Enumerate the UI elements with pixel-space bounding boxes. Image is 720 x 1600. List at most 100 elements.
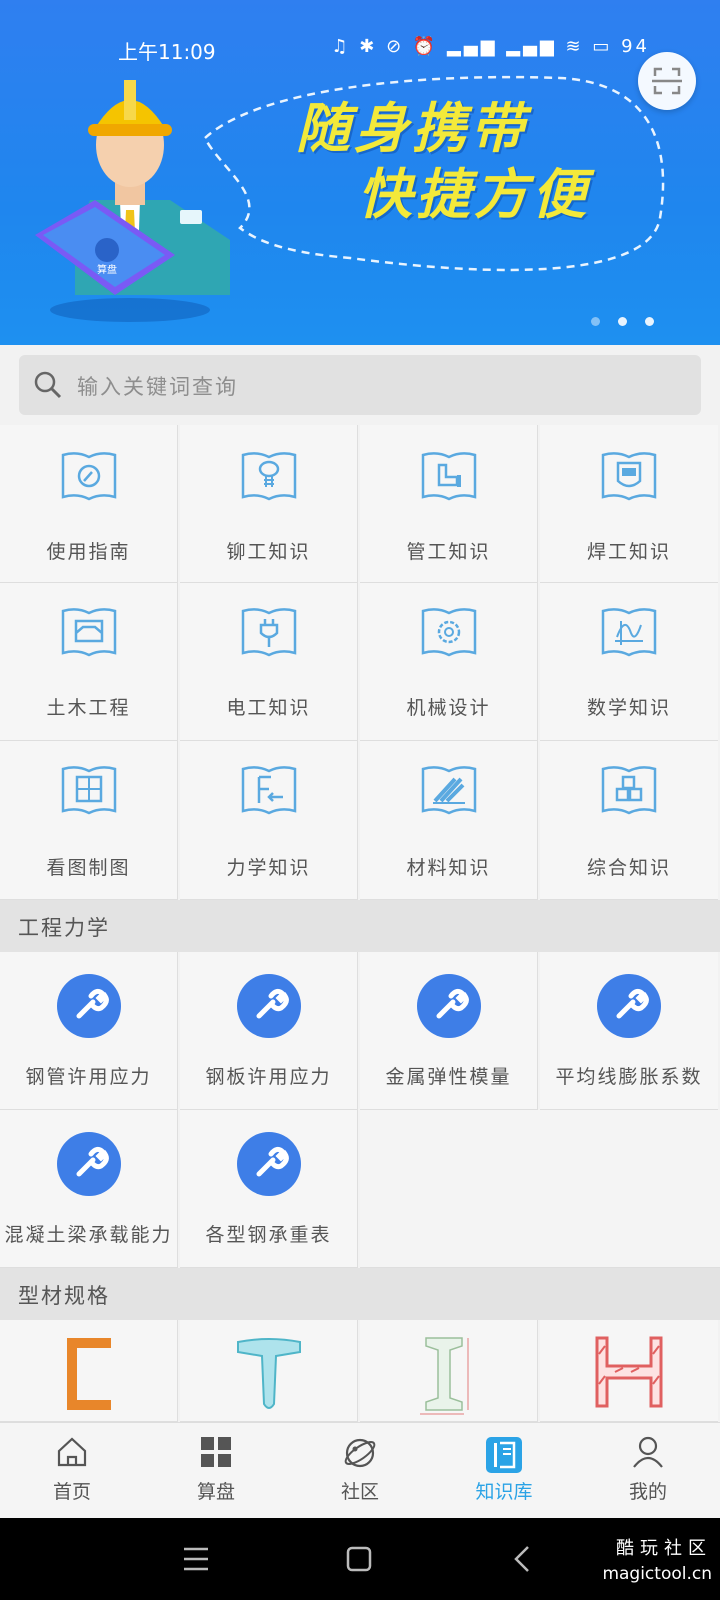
- person-icon: [631, 1435, 665, 1473]
- materials-book-icon: [419, 763, 479, 823]
- pipe-book-icon: [419, 449, 479, 509]
- grid-item-label: 使用指南: [46, 541, 131, 563]
- profile-item-ibeam[interactable]: [360, 1320, 538, 1422]
- grid-item-label: 管工知识: [406, 541, 491, 563]
- blocks-book-icon: [599, 763, 659, 823]
- banner-carousel[interactable]: 上午11:09 ♫ ✱ ⊘ ⏰ ▂▄▆ ▂▄▆ ≋ ▭ 94 算盘 随身携带 快…: [0, 0, 720, 345]
- tool-item-label: 钢管许用应力: [25, 1066, 152, 1088]
- grid-item-label: 土木工程: [46, 697, 131, 719]
- tab-profile[interactable]: 我的: [576, 1423, 720, 1519]
- grid-item-label: 看图制图: [46, 857, 131, 879]
- search-input[interactable]: 输入关键词查询: [19, 355, 701, 415]
- grid-item-civil[interactable]: 土木工程: [0, 583, 178, 741]
- tool-item[interactable]: 混凝土梁承载能力: [0, 1110, 178, 1268]
- grid-item-drawing[interactable]: 看图制图: [0, 741, 178, 900]
- book-icon: [484, 1435, 524, 1479]
- search-icon: [34, 371, 62, 399]
- gear-book-icon: [419, 605, 479, 665]
- wrench-icon: [416, 974, 481, 1038]
- tab-label: 首页: [52, 1481, 91, 1503]
- tool-item-label: 各型钢承重表: [205, 1224, 332, 1246]
- knowledge-grid: 使用指南 铆工知识 管工知识 焊工知识 土木工程 电工知识 机械设计 数学知识 …: [0, 425, 720, 900]
- status-icons: ♫ ✱ ⊘ ⏰ ▂▄▆ ▂▄▆ ≋ ▭ 94: [331, 36, 650, 57]
- grid-item-riveting[interactable]: 铆工知识: [180, 425, 358, 583]
- grid-item-label: 机械设计: [406, 697, 491, 719]
- grid-item-label: 铆工知识: [226, 541, 311, 563]
- home-square-icon[interactable]: [346, 1546, 372, 1572]
- menu-icon[interactable]: [182, 1546, 210, 1572]
- section-header-mechanics: 工程力学: [0, 900, 720, 952]
- phone-label: 算盘: [97, 263, 117, 276]
- wrench-icon: [56, 1132, 121, 1196]
- carousel-dot[interactable]: [645, 317, 654, 326]
- carousel-dot[interactable]: [618, 317, 627, 326]
- profiles-grid: [0, 1320, 720, 1422]
- h-beam-icon: [591, 1334, 667, 1414]
- back-icon[interactable]: [512, 1544, 532, 1574]
- tool-item-label: 钢板许用应力: [205, 1066, 332, 1088]
- carousel-dots: [573, 311, 654, 330]
- section-header-profiles: 型材规格: [0, 1268, 720, 1320]
- i-beam-icon: [414, 1332, 484, 1420]
- section-title: 工程力学: [18, 916, 110, 940]
- profile-item-hbeam[interactable]: [540, 1320, 718, 1422]
- grid-item-pipe[interactable]: 管工知识: [360, 425, 538, 583]
- grid-item-label: 电工知识: [226, 697, 311, 719]
- rivet-book-icon: [239, 449, 299, 509]
- tab-label: 我的: [628, 1481, 667, 1503]
- tab-label: 知识库: [475, 1481, 533, 1503]
- grid-item-label: 焊工知识: [586, 541, 671, 563]
- planet-icon: [342, 1435, 378, 1475]
- grid-item-materials[interactable]: 材料知识: [360, 741, 538, 900]
- tool-item[interactable]: 各型钢承重表: [180, 1110, 358, 1268]
- scan-button[interactable]: [638, 52, 696, 110]
- bottom-tab-bar: 首页 算盘 社区 知识库 我的: [0, 1422, 720, 1519]
- empty-cell: [360, 1110, 720, 1268]
- tool-item-label: 平均线膨胀系数: [555, 1066, 703, 1088]
- grid-item-guide[interactable]: 使用指南: [0, 425, 178, 583]
- force-book-icon: [239, 763, 299, 823]
- tray-book-icon: [59, 605, 119, 665]
- watermark-url: magictool.cn: [602, 1564, 712, 1584]
- phone-illustration: 算盘: [35, 200, 175, 295]
- wrench-icon: [236, 1132, 301, 1196]
- grid-item-label: 数学知识: [586, 697, 671, 719]
- grid-item-welding[interactable]: 焊工知识: [540, 425, 718, 583]
- home-icon: [55, 1435, 89, 1473]
- grid-item-general[interactable]: 综合知识: [540, 741, 718, 900]
- tool-item[interactable]: 平均线膨胀系数: [540, 952, 718, 1110]
- tab-community[interactable]: 社区: [288, 1423, 432, 1519]
- graph-book-icon: [599, 605, 659, 665]
- tab-label: 算盘: [196, 1481, 235, 1503]
- watermark-title: 酷玩社区: [616, 1538, 712, 1559]
- system-nav-bar: 酷玩社区 magictool.cn: [0, 1518, 720, 1600]
- grid-icon: [199, 1435, 233, 1473]
- tool-item-label: 混凝土梁承载能力: [4, 1224, 173, 1246]
- profile-item-channel[interactable]: [0, 1320, 178, 1422]
- profile-item-tee[interactable]: [180, 1320, 358, 1422]
- wrench-icon: [236, 974, 301, 1038]
- grid-item-label: 材料知识: [406, 857, 491, 879]
- tab-knowledge[interactable]: 知识库: [432, 1423, 576, 1519]
- tool-item[interactable]: 金属弹性模量: [360, 952, 538, 1110]
- search-area: 输入关键词查询: [0, 345, 720, 425]
- mechanics-grid: 钢管许用应力 钢板许用应力 金属弹性模量 平均线膨胀系数 混凝土梁承载能力 各型…: [0, 952, 720, 1268]
- grid-item-electrical[interactable]: 电工知识: [180, 583, 358, 741]
- slogan-line2: 快捷方便: [358, 163, 590, 226]
- tool-item[interactable]: 钢板许用应力: [180, 952, 358, 1110]
- tool-item[interactable]: 钢管许用应力: [0, 952, 178, 1110]
- search-placeholder: 输入关键词查询: [77, 375, 238, 399]
- tab-calculator[interactable]: 算盘: [144, 1423, 288, 1519]
- grid-item-label: 力学知识: [226, 857, 311, 879]
- drawing-book-icon: [59, 763, 119, 823]
- scan-icon: [652, 67, 682, 95]
- section-title: 型材规格: [18, 1284, 110, 1308]
- grid-item-mechanical[interactable]: 机械设计: [360, 583, 538, 741]
- wrench-icon: [597, 974, 661, 1038]
- tab-home[interactable]: 首页: [0, 1423, 144, 1519]
- welding-mask-book-icon: [599, 449, 659, 509]
- grid-item-mechanics[interactable]: 力学知识: [180, 741, 358, 900]
- grid-item-math[interactable]: 数学知识: [540, 583, 718, 741]
- carousel-dot[interactable]: [591, 317, 600, 326]
- t-steel-icon: [234, 1334, 304, 1418]
